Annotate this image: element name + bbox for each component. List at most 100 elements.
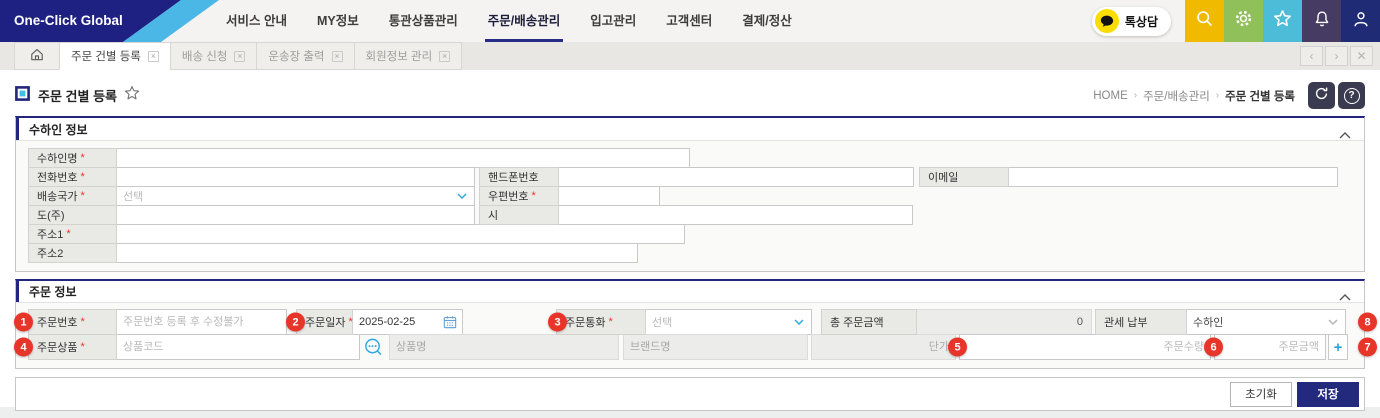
mobile-input[interactable] (558, 167, 914, 187)
order-amount-input[interactable] (1214, 334, 1326, 360)
state-input[interactable] (116, 205, 475, 225)
page-title-icon (15, 85, 30, 106)
favorite-star-icon[interactable] (124, 85, 140, 106)
form-row-addr2: 주소2 (28, 243, 1352, 263)
chevron-down-icon (1328, 319, 1338, 325)
tab-waybill-print[interactable]: 운송장 출력 × (256, 42, 355, 70)
tab-prev-button[interactable]: ‹ (1300, 46, 1323, 66)
reset-button[interactable]: 초기화 (1230, 381, 1292, 407)
plus-icon: + (1333, 338, 1343, 356)
order-info-section: 주문 정보 1 주문번호* 2 주문일자* 3 주문통화* 선택 (14, 279, 1377, 369)
recipient-info-section: 수하인 정보 수하인명* 전화번호* 핸드폰번호 이메일 배송국가* 선택 (15, 116, 1365, 272)
nav-item-order-delivery[interactable]: 주문/배송관리 (484, 0, 564, 42)
nav-item-inbound[interactable]: 입고관리 (590, 0, 636, 42)
tab-scroll-controls: ‹ › ✕ (1300, 46, 1373, 66)
addr2-label: 주소2 (28, 243, 117, 263)
product-code-input[interactable] (116, 334, 360, 360)
customs-select[interactable]: 수하인 (1186, 309, 1346, 335)
order-date-field (352, 309, 463, 335)
currency-select-placeholder: 선택 (652, 317, 673, 329)
header-utilities: 톡상담 (1091, 0, 1380, 42)
addr1-label: 주소1 * (28, 224, 117, 244)
tab-next-button[interactable]: › (1325, 46, 1348, 66)
talk-consult-button[interactable]: 톡상담 (1091, 6, 1171, 36)
order-qty-input[interactable] (959, 334, 1211, 360)
home-icon (30, 48, 44, 64)
form-row-country: 배송국가 * 선택 우편번호 * (28, 186, 1352, 206)
nav-item-customer-center[interactable]: 고객센터 (666, 0, 712, 42)
order-row-1: 1 주문번호* 2 주문일자* 3 주문통화* 선택 총 주문금액 0 관세 납… (14, 309, 1377, 335)
nav-item-customs-products[interactable]: 통관상품관리 (389, 0, 458, 42)
currency-label: 주문통화 * (556, 309, 646, 335)
settings-button[interactable] (1224, 0, 1263, 42)
product-label: 주문상품 * (28, 334, 117, 360)
breadcrumb-separator: › (1215, 90, 1220, 101)
help-button[interactable]: ? (1338, 82, 1365, 109)
page-title: 주문 건별 등록 (38, 89, 117, 104)
tab-member-info[interactable]: 회원정보 관리 × (353, 42, 463, 70)
step-badge-7: 7 (1358, 337, 1377, 357)
breadcrumb-current: 주문 건별 등록 (1225, 90, 1295, 103)
breadcrumb-order-delivery[interactable]: 주문/배송관리 (1143, 88, 1210, 104)
close-icon[interactable]: × (234, 50, 246, 62)
total-amount-value: 0 (916, 309, 1092, 335)
nav-item-payment[interactable]: 결제/정산 (742, 0, 791, 42)
zip-input[interactable] (558, 186, 660, 206)
city-input[interactable] (558, 205, 913, 225)
order-row-2: 4 주문상품* 5 6 + 7 (14, 334, 1377, 360)
tab-delivery-request[interactable]: 배송 신청 × (169, 42, 258, 70)
close-icon[interactable]: × (331, 50, 343, 62)
add-product-button[interactable]: + (1328, 334, 1348, 360)
email-input[interactable] (1008, 167, 1338, 187)
search-chat-icon (364, 338, 381, 355)
tab-bar: 주문 건별 등록 × 배송 신청 × 운송장 출력 × 회원정보 관리 × ‹ … (0, 42, 1380, 70)
star-icon (1273, 9, 1292, 33)
page-title-row: 주문 건별 등록 HOME › 주문/배송관리 › 주문 건별 등록 ? (15, 82, 1365, 109)
search-icon (1195, 9, 1214, 33)
search-button[interactable] (1185, 0, 1224, 42)
close-icon[interactable]: × (439, 50, 451, 62)
bell-icon (1313, 10, 1331, 33)
talk-consult-label: 톡상담 (1124, 14, 1158, 29)
form-row-name: 수하인명 * (28, 148, 1352, 168)
tab-home[interactable] (14, 42, 60, 70)
brand-logo[interactable]: One-Click Global (0, 0, 220, 42)
nav-item-my-info[interactable]: MY정보 (317, 0, 359, 42)
recipient-section-title: 수하인 정보 (29, 122, 88, 137)
required-mark: * (80, 171, 85, 183)
recipient-name-input[interactable] (116, 148, 690, 168)
save-button[interactable]: 저장 (1297, 381, 1359, 407)
country-select[interactable]: 선택 (116, 186, 475, 206)
required-mark: * (80, 152, 85, 164)
country-label: 배송국가 * (28, 186, 117, 206)
order-no-input[interactable] (116, 309, 287, 335)
breadcrumb-home[interactable]: HOME (1093, 90, 1128, 102)
phone-input[interactable] (116, 167, 475, 187)
currency-select[interactable]: 선택 (645, 309, 812, 335)
refresh-circle-icon (1313, 85, 1330, 107)
favorites-button[interactable] (1263, 0, 1302, 42)
required-mark: * (80, 341, 85, 353)
step-badge-5: 5 (948, 337, 967, 357)
guide-button[interactable] (1308, 82, 1335, 109)
zip-label: 우편번호 * (479, 186, 559, 206)
total-amount-label: 총 주문금액 (821, 309, 917, 335)
person-icon (1352, 10, 1370, 33)
profile-button[interactable] (1341, 0, 1380, 42)
nav-item-service-guide[interactable]: 서비스 안내 (226, 0, 287, 42)
close-icon[interactable]: × (147, 50, 159, 62)
unit-price-input (811, 334, 956, 360)
addr2-input[interactable] (116, 243, 638, 263)
tab-close-all-button[interactable]: ✕ (1350, 46, 1373, 66)
tab-order-register[interactable]: 주문 건별 등록 × (59, 42, 171, 70)
required-mark: * (348, 316, 353, 328)
tab-label: 운송장 출력 (268, 51, 325, 63)
product-search-button[interactable] (360, 334, 386, 360)
recipient-name-label: 수하인명 * (28, 148, 117, 168)
notifications-button[interactable] (1302, 0, 1341, 42)
calendar-icon[interactable] (443, 315, 457, 329)
addr1-input[interactable] (116, 224, 685, 244)
form-row-state: 도(주) 시 (28, 205, 1352, 225)
tab-label: 주문 건별 등록 (71, 51, 141, 63)
order-no-label: 주문번호 * (28, 309, 117, 335)
